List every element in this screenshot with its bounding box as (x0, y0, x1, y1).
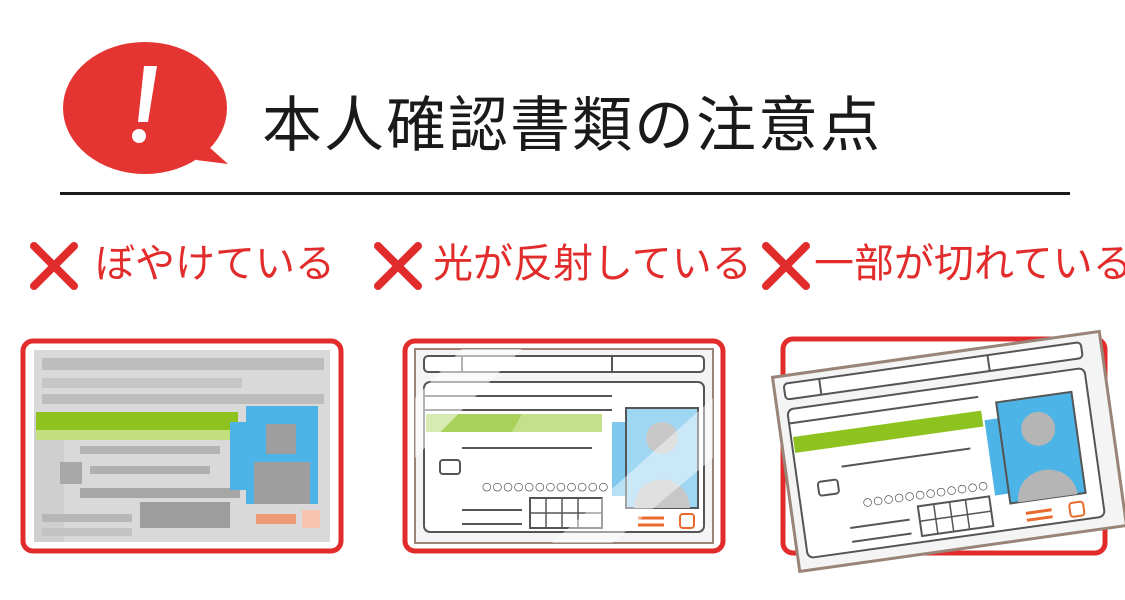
alert-icon (63, 42, 228, 174)
title-divider (60, 192, 1070, 195)
cross-icon (374, 242, 422, 290)
cross-icon (762, 242, 810, 290)
cutoff-id-card-example: ○○○○○○○○○○○○ (770, 329, 1125, 574)
card-number: ○○○○○○○○○○○○ (482, 480, 609, 493)
example-label-cutoff: 一部が切れている (814, 241, 1125, 287)
example-label-blurry: ぼやけている (95, 241, 335, 287)
example-label-glare: 光が反射している (433, 241, 752, 287)
glare-id-card-example: ○○○○○○○○○○○○ (402, 338, 726, 554)
blurry-id-card-example (20, 338, 344, 554)
page-title: 本人確認書類の注意点 (262, 91, 882, 161)
exclamation-speech-bubble-icon (63, 42, 228, 174)
cross-icon (30, 242, 78, 290)
